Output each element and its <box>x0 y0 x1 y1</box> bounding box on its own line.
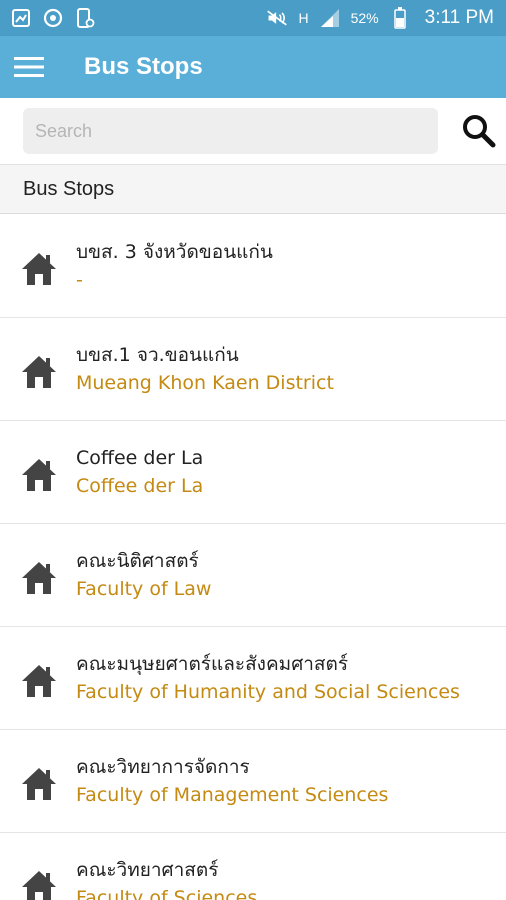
search-bar <box>0 98 506 164</box>
home-icon <box>20 663 58 699</box>
battery-icon <box>389 7 411 29</box>
search-input[interactable] <box>23 108 438 154</box>
stop-name: บขส.1 จว.ขอนแก่น <box>76 344 239 366</box>
list-item[interactable]: Coffee der La Coffee der La <box>0 421 506 524</box>
gallery-icon <box>10 7 32 29</box>
app-title: Bus Stops <box>84 53 203 80</box>
list-item[interactable]: คณะวิทยาศาสตร์ Faculty of Sciences <box>0 833 506 900</box>
home-icon <box>20 766 58 802</box>
battery-percent: 52% <box>350 10 379 26</box>
home-icon <box>20 560 58 596</box>
mute-icon <box>266 7 288 29</box>
stop-subtitle: Faculty of Law <box>76 578 212 600</box>
home-icon <box>20 869 58 900</box>
stop-name: คณะวิทยาการจัดการ <box>76 756 250 778</box>
section-header: Bus Stops <box>0 164 506 214</box>
stop-name: คณะมนุษยศาตร์และสังคมศาสตร์ <box>76 653 349 675</box>
stop-name: คณะนิติศาสตร์ <box>76 550 199 572</box>
status-bar-notifications <box>10 7 96 29</box>
clock: 3:11 PM <box>424 7 494 28</box>
status-bar-system: H 52% 3:11 PM <box>266 7 494 29</box>
hamburger-menu-icon[interactable] <box>0 36 58 98</box>
list-item[interactable]: บขส. 3 จังหวัดขอนแก่น - <box>0 215 506 318</box>
stop-subtitle: Coffee der La <box>76 475 204 497</box>
phone-settings-icon <box>74 7 96 29</box>
sync-icon <box>42 7 64 29</box>
stop-subtitle: Faculty of Humanity and Social Sciences <box>76 681 460 703</box>
stop-name: คณะวิทยาศาสตร์ <box>76 859 219 881</box>
status-bar: H 52% 3:11 PM <box>0 0 506 36</box>
list-item[interactable]: คณะมนุษยศาตร์และสังคมศาสตร์ Faculty of H… <box>0 627 506 730</box>
search-icon[interactable] <box>458 110 500 152</box>
stop-subtitle: Faculty of Sciences <box>76 887 258 900</box>
stop-subtitle: Faculty of Management Sciences <box>76 784 389 806</box>
app-bar: Bus Stops <box>0 36 506 98</box>
signal-icon <box>319 7 341 29</box>
bus-stop-list: บขส. 3 จังหวัดขอนแก่น - บขส.1 จว.ขอนแก่น… <box>0 215 506 900</box>
stop-subtitle: - <box>76 269 83 291</box>
network-type: H <box>298 10 309 26</box>
list-item[interactable]: คณะวิทยาการจัดการ Faculty of Management … <box>0 730 506 833</box>
home-icon <box>20 457 58 493</box>
home-icon <box>20 251 58 287</box>
home-icon <box>20 354 58 390</box>
list-item[interactable]: บขส.1 จว.ขอนแก่น Mueang Khon Kaen Distri… <box>0 318 506 421</box>
list-item[interactable]: คณะนิติศาสตร์ Faculty of Law <box>0 524 506 627</box>
stop-name: Coffee der La <box>76 447 204 469</box>
stop-name: บขส. 3 จังหวัดขอนแก่น <box>76 241 273 263</box>
stop-subtitle: Mueang Khon Kaen District <box>76 372 334 394</box>
